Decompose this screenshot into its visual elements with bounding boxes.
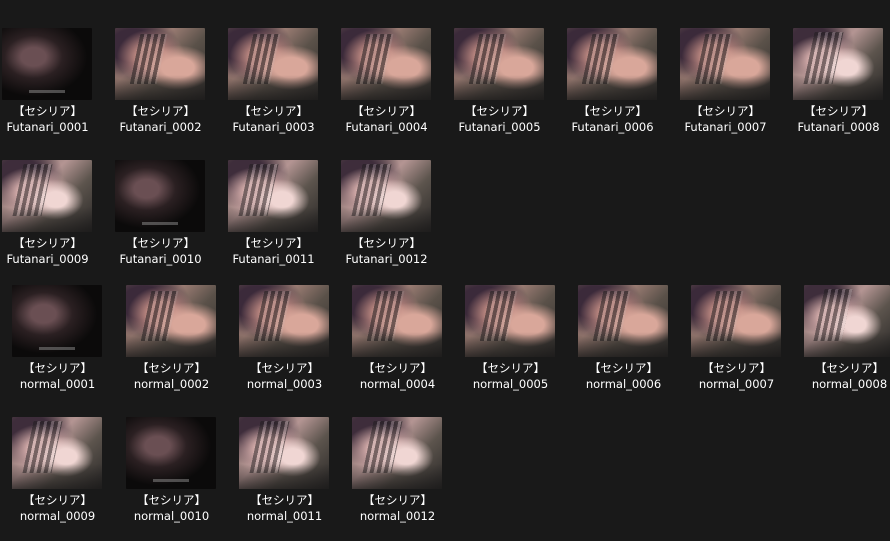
file-thumbnail[interactable]	[115, 160, 205, 232]
file-item[interactable]: 【セシリア】 normal_0002	[126, 285, 239, 409]
file-item[interactable]: 【セシリア】 Futanari_0001	[2, 28, 115, 152]
file-thumbnail[interactable]	[239, 417, 329, 489]
file-name: normal_0008	[811, 377, 888, 391]
file-thumbnail[interactable]	[239, 285, 329, 357]
file-name-prefix: 【セシリア】	[239, 104, 308, 118]
file-name: Futanari_0011	[232, 252, 315, 266]
file-item[interactable]: 【セシリア】 Futanari_0004	[341, 28, 454, 152]
file-item[interactable]: 【セシリア】 normal_0007	[691, 285, 804, 409]
file-name: normal_0004	[359, 377, 436, 391]
file-name-prefix: 【セシリア】	[578, 104, 647, 118]
file-thumbnail[interactable]	[691, 285, 781, 357]
file-name: normal_0001	[19, 377, 96, 391]
file-name-prefix: 【セシリア】	[239, 236, 308, 250]
file-name: normal_0003	[246, 377, 323, 391]
file-name-prefix: 【セシリア】	[363, 493, 432, 507]
file-name: Futanari_0004	[345, 120, 428, 134]
file-item[interactable]: 【セシリア】 Futanari_0003	[228, 28, 341, 152]
file-name-prefix: 【セシリア】	[702, 361, 771, 375]
file-grid: 【セシリア】 Futanari_0001 【セシリア】 Futanari_0002 …	[0, 0, 890, 532]
file-name: normal_0006	[585, 377, 662, 391]
file-name: Futanari_0008	[797, 120, 880, 134]
file-item[interactable]: 【セシリア】 normal_0004	[352, 285, 465, 409]
file-item[interactable]: 【セシリア】 Futanari_0007	[680, 28, 793, 152]
file-name: Futanari_0010	[119, 252, 202, 266]
file-name: normal_0007	[698, 377, 775, 391]
file-name-prefix: 【セシリア】	[250, 361, 319, 375]
file-thumbnail[interactable]	[578, 285, 668, 357]
file-item[interactable]: 【セシリア】 Futanari_0011	[228, 160, 341, 284]
file-name-prefix: 【セシリア】	[13, 236, 82, 250]
file-thumbnail[interactable]	[341, 160, 431, 232]
file-item[interactable]: 【セシリア】 Futanari_0012	[341, 160, 454, 284]
file-thumbnail[interactable]	[454, 28, 544, 100]
file-name-prefix: 【セシリア】	[23, 493, 92, 507]
file-name: normal_0002	[133, 377, 210, 391]
file-name-prefix: 【セシリア】	[137, 361, 206, 375]
file-item[interactable]: 【セシリア】 Futanari_0005	[454, 28, 567, 152]
file-name-prefix: 【セシリア】	[691, 104, 760, 118]
file-item[interactable]: 【セシリア】 normal_0008	[804, 285, 890, 409]
file-thumbnail[interactable]	[341, 28, 431, 100]
file-name: normal_0009	[19, 509, 96, 523]
file-thumbnail[interactable]	[793, 28, 883, 100]
file-item[interactable]: 【セシリア】 normal_0003	[239, 285, 352, 409]
file-name: Futanari_0002	[119, 120, 202, 134]
file-item[interactable]: 【セシリア】 Futanari_0002	[115, 28, 228, 152]
file-item[interactable]: 【セシリア】 Futanari_0006	[567, 28, 680, 152]
file-item[interactable]: 【セシリア】 Futanari_0010	[115, 160, 228, 284]
file-name-prefix: 【セシリア】	[352, 104, 421, 118]
file-item[interactable]: 【セシリア】 normal_0012	[352, 417, 465, 541]
file-thumbnail[interactable]	[465, 285, 555, 357]
file-name: Futanari_0003	[232, 120, 315, 134]
file-thumbnail[interactable]	[12, 417, 102, 489]
file-thumbnail[interactable]	[2, 28, 92, 100]
file-name-prefix: 【セシリア】	[465, 104, 534, 118]
file-thumbnail[interactable]	[352, 285, 442, 357]
file-name: Futanari_0006	[571, 120, 654, 134]
file-item[interactable]: 【セシリア】 normal_0006	[578, 285, 691, 409]
file-thumbnail[interactable]	[352, 417, 442, 489]
file-thumbnail[interactable]	[126, 417, 216, 489]
file-thumbnail[interactable]	[567, 28, 657, 100]
file-name-prefix: 【セシリア】	[476, 361, 545, 375]
file-thumbnail[interactable]	[228, 160, 318, 232]
file-item[interactable]: 【セシリア】 Futanari_0008	[793, 28, 890, 152]
file-name-prefix: 【セシリア】	[363, 361, 432, 375]
file-name: Futanari_0005	[458, 120, 541, 134]
file-name: Futanari_0012	[345, 252, 428, 266]
file-item[interactable]: 【セシリア】 Futanari_0009	[2, 160, 115, 284]
file-name: normal_0012	[359, 509, 436, 523]
file-name-prefix: 【セシリア】	[250, 493, 319, 507]
file-name-prefix: 【セシリア】	[804, 104, 873, 118]
file-name-prefix: 【セシリア】	[126, 236, 195, 250]
file-name-prefix: 【セシリア】	[589, 361, 658, 375]
file-item[interactable]: 【セシリア】 normal_0010	[126, 417, 239, 541]
file-name: Futanari_0001	[6, 120, 89, 134]
file-name-prefix: 【セシリア】	[126, 104, 195, 118]
file-name-prefix: 【セシリア】	[23, 361, 92, 375]
file-thumbnail[interactable]	[228, 28, 318, 100]
file-thumbnail[interactable]	[12, 285, 102, 357]
file-item[interactable]: 【セシリア】 normal_0009	[12, 417, 125, 541]
file-name: normal_0010	[133, 509, 210, 523]
file-thumbnail[interactable]	[804, 285, 890, 357]
file-item[interactable]: 【セシリア】 normal_0005	[465, 285, 578, 409]
file-name-prefix: 【セシリア】	[13, 104, 82, 118]
file-thumbnail[interactable]	[115, 28, 205, 100]
file-thumbnail[interactable]	[126, 285, 216, 357]
file-thumbnail[interactable]	[2, 160, 92, 232]
file-item[interactable]: 【セシリア】 normal_0011	[239, 417, 352, 541]
file-name-prefix: 【セシリア】	[815, 361, 884, 375]
file-thumbnail[interactable]	[680, 28, 770, 100]
file-name: normal_0011	[246, 509, 323, 523]
file-name: Futanari_0007	[684, 120, 767, 134]
file-name: normal_0005	[472, 377, 549, 391]
file-name: Futanari_0009	[6, 252, 89, 266]
file-item[interactable]: 【セシリア】 normal_0001	[12, 285, 125, 409]
file-name-prefix: 【セシリア】	[352, 236, 421, 250]
file-name-prefix: 【セシリア】	[137, 493, 206, 507]
